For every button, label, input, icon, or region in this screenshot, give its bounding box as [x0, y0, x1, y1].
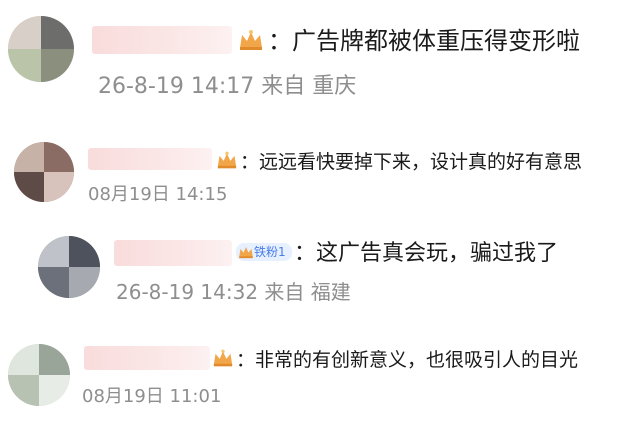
avatar[interactable] — [38, 236, 100, 298]
comment-meta: 08月19日 11:01 — [82, 386, 222, 407]
crown-icon — [240, 30, 262, 50]
crown-icon — [217, 151, 237, 169]
comment-text: ：广告牌都被体重压得变形啦 — [268, 27, 580, 55]
comment-item: ：广告牌都被体重压得变形啦 26-8-19 14:17 来自 重庆 — [0, 0, 620, 120]
avatar[interactable] — [8, 344, 70, 406]
comment-meta: 26-8-19 14:17 来自 重庆 — [98, 74, 357, 99]
username-blurred[interactable] — [84, 346, 210, 370]
username-blurred[interactable] — [114, 240, 232, 266]
comment-text: ：这广告真会玩，骗过我了 — [294, 241, 559, 266]
fan-badge: 铁粉1 — [236, 243, 292, 261]
crown-icon — [239, 247, 253, 259]
comment-text: ：远远看快要掉下来，设计真的好有意思 — [240, 151, 583, 173]
comment-item: ：非常的有创新意义，也很吸引人的目光 08月19日 11:01 — [0, 320, 620, 428]
fan-badge-label: 铁粉1 — [254, 245, 286, 259]
comment-text: ：非常的有创新意义，也很吸引人的目光 — [236, 349, 579, 371]
crown-icon — [213, 349, 233, 367]
comment-item: ：远远看快要掉下来，设计真的好有意思 08月19日 14:15 — [0, 120, 620, 220]
avatar[interactable] — [8, 16, 74, 82]
comment-item: 铁粉1 ：这广告真会玩，骗过我了 26-8-19 14:32 来自 福建 — [0, 220, 620, 320]
comment-meta: 26-8-19 14:32 来自 福建 — [116, 280, 351, 304]
comment-meta: 08月19日 14:15 — [88, 184, 228, 205]
username-blurred[interactable] — [92, 26, 232, 54]
username-blurred[interactable] — [88, 148, 212, 170]
avatar[interactable] — [14, 142, 74, 202]
